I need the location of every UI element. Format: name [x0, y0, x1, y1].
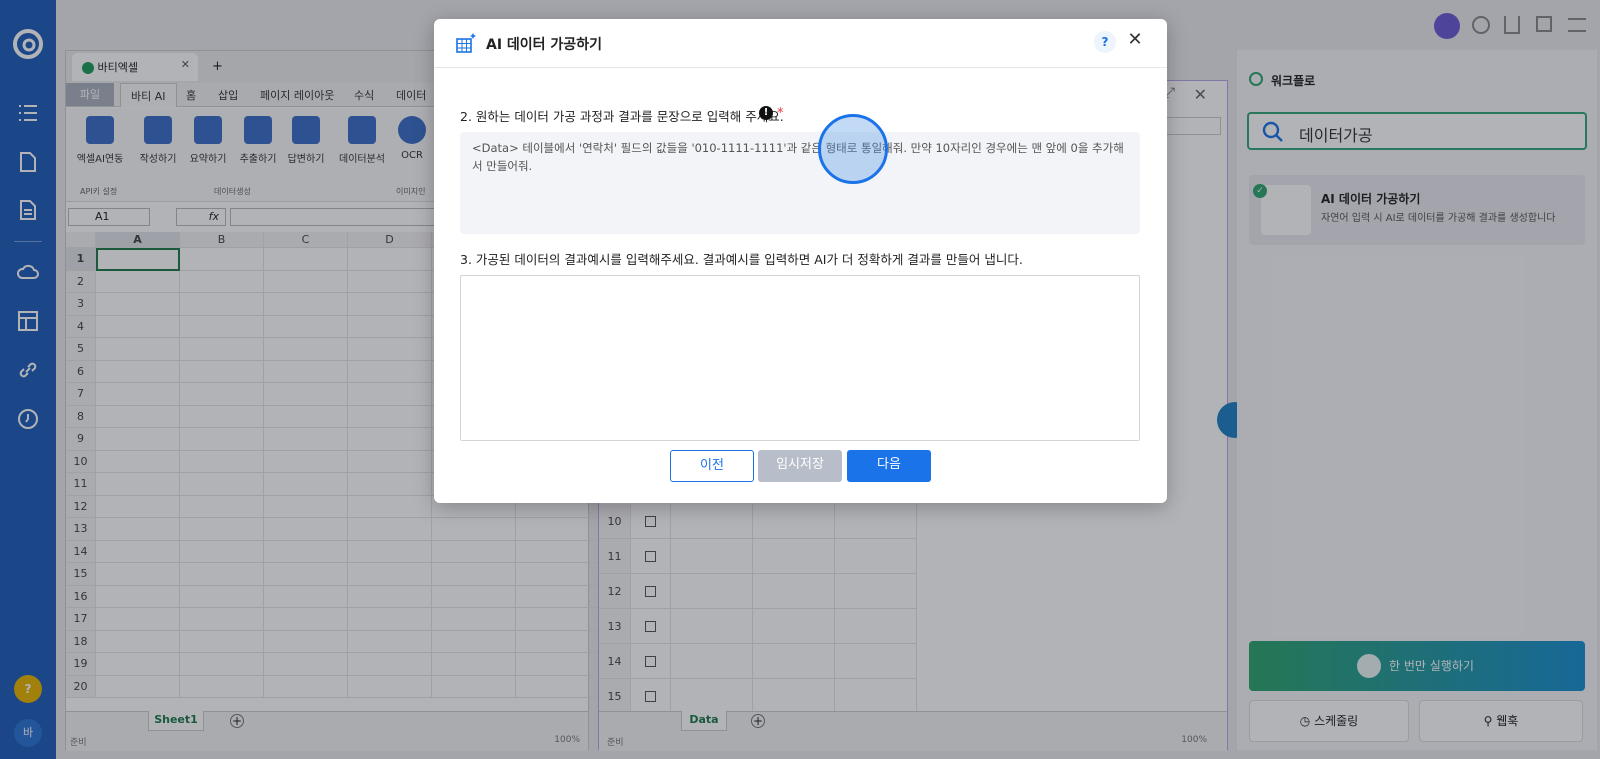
result-example-input[interactable]	[460, 275, 1140, 441]
close-dialog-icon[interactable]: ✕	[1124, 29, 1146, 50]
cursor-highlight	[818, 114, 888, 184]
dialog-title: AI 데이터 가공하기	[486, 37, 602, 53]
previous-button[interactable]: 이전	[670, 450, 754, 482]
process-description-input[interactable]: <Data> 테이블에서 '연락처' 필드의 값들을 '010-1111-111…	[460, 132, 1140, 234]
table-sparkle-icon	[456, 33, 476, 53]
next-button[interactable]: 다음	[847, 450, 931, 482]
info-icon: !	[759, 106, 773, 120]
help-button[interactable]: ?	[1094, 31, 1116, 53]
dialog-divider	[434, 67, 1167, 68]
ai-data-process-dialog: AI 데이터 가공하기 ? ✕ 2. 원하는 데이터 가공 과정과 결과를 문장…	[434, 19, 1167, 503]
required-mark: *	[777, 106, 784, 121]
question-3-label: 3. 가공된 데이터의 결과예시를 입력해주세요. 결과예시를 입력하면 AI가…	[460, 252, 1023, 267]
question-2-label: 2. 원하는 데이터 가공 과정과 결과를 문장으로 입력해 주세요.	[460, 109, 784, 124]
temp-save-button[interactable]: 임시저장	[758, 450, 842, 482]
